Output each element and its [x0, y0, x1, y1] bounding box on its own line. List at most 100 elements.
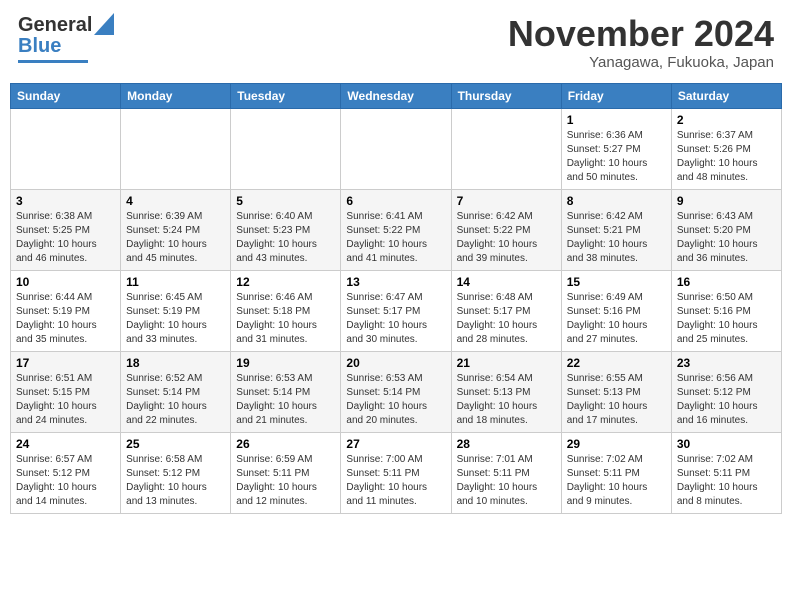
calendar-cell — [341, 108, 451, 189]
calendar-cell: 4 Sunrise: 6:39 AMSunset: 5:24 PMDayligh… — [121, 189, 231, 270]
day-number: 27 — [346, 437, 445, 451]
day-info: Sunrise: 6:36 AMSunset: 5:27 PMDaylight:… — [567, 129, 666, 185]
calendar-cell: 8 Sunrise: 6:42 AMSunset: 5:21 PMDayligh… — [561, 189, 671, 270]
day-number: 14 — [457, 275, 556, 289]
week-row-2: 3 Sunrise: 6:38 AMSunset: 5:25 PMDayligh… — [11, 189, 782, 270]
day-number: 30 — [677, 437, 776, 451]
weekday-header-thursday: Thursday — [451, 83, 561, 108]
day-number: 1 — [567, 113, 666, 127]
calendar-cell: 15 Sunrise: 6:49 AMSunset: 5:16 PMDaylig… — [561, 270, 671, 351]
day-info: Sunrise: 6:48 AMSunset: 5:17 PMDaylight:… — [457, 291, 556, 347]
day-number: 10 — [16, 275, 115, 289]
day-number: 15 — [567, 275, 666, 289]
day-number: 11 — [126, 275, 225, 289]
calendar-cell — [231, 108, 341, 189]
day-info: Sunrise: 7:02 AMSunset: 5:11 PMDaylight:… — [567, 453, 666, 509]
day-info: Sunrise: 6:56 AMSunset: 5:12 PMDaylight:… — [677, 372, 776, 428]
day-info: Sunrise: 6:49 AMSunset: 5:16 PMDaylight:… — [567, 291, 666, 347]
logo-text-blue: Blue — [18, 35, 61, 58]
day-number: 23 — [677, 356, 776, 370]
calendar-cell: 11 Sunrise: 6:45 AMSunset: 5:19 PMDaylig… — [121, 270, 231, 351]
day-number: 8 — [567, 194, 666, 208]
logo-text-general: General — [18, 14, 92, 37]
day-number: 12 — [236, 275, 335, 289]
day-info: Sunrise: 7:00 AMSunset: 5:11 PMDaylight:… — [346, 453, 445, 509]
day-info: Sunrise: 6:40 AMSunset: 5:23 PMDaylight:… — [236, 210, 335, 266]
logo-underline — [18, 60, 88, 63]
weekday-header-saturday: Saturday — [671, 83, 781, 108]
calendar-cell: 27 Sunrise: 7:00 AMSunset: 5:11 PMDaylig… — [341, 432, 451, 513]
day-info: Sunrise: 6:42 AMSunset: 5:22 PMDaylight:… — [457, 210, 556, 266]
day-number: 18 — [126, 356, 225, 370]
page-header: General Blue November 2024 Yanagawa, Fuk… — [10, 10, 782, 75]
day-info: Sunrise: 6:53 AMSunset: 5:14 PMDaylight:… — [236, 372, 335, 428]
calendar-cell: 26 Sunrise: 6:59 AMSunset: 5:11 PMDaylig… — [231, 432, 341, 513]
day-number: 16 — [677, 275, 776, 289]
calendar-cell: 29 Sunrise: 7:02 AMSunset: 5:11 PMDaylig… — [561, 432, 671, 513]
day-info: Sunrise: 6:55 AMSunset: 5:13 PMDaylight:… — [567, 372, 666, 428]
day-info: Sunrise: 6:52 AMSunset: 5:14 PMDaylight:… — [126, 372, 225, 428]
calendar-cell: 19 Sunrise: 6:53 AMSunset: 5:14 PMDaylig… — [231, 351, 341, 432]
calendar-cell: 17 Sunrise: 6:51 AMSunset: 5:15 PMDaylig… — [11, 351, 121, 432]
day-info: Sunrise: 6:57 AMSunset: 5:12 PMDaylight:… — [16, 453, 115, 509]
weekday-header-wednesday: Wednesday — [341, 83, 451, 108]
day-number: 9 — [677, 194, 776, 208]
day-number: 6 — [346, 194, 445, 208]
calendar-cell: 14 Sunrise: 6:48 AMSunset: 5:17 PMDaylig… — [451, 270, 561, 351]
day-number: 21 — [457, 356, 556, 370]
week-row-4: 17 Sunrise: 6:51 AMSunset: 5:15 PMDaylig… — [11, 351, 782, 432]
calendar-cell: 9 Sunrise: 6:43 AMSunset: 5:20 PMDayligh… — [671, 189, 781, 270]
location: Yanagawa, Fukuoka, Japan — [508, 54, 774, 71]
day-number: 19 — [236, 356, 335, 370]
day-info: Sunrise: 6:39 AMSunset: 5:24 PMDaylight:… — [126, 210, 225, 266]
calendar-cell: 18 Sunrise: 6:52 AMSunset: 5:14 PMDaylig… — [121, 351, 231, 432]
weekday-header-monday: Monday — [121, 83, 231, 108]
day-info: Sunrise: 6:47 AMSunset: 5:17 PMDaylight:… — [346, 291, 445, 347]
day-info: Sunrise: 6:45 AMSunset: 5:19 PMDaylight:… — [126, 291, 225, 347]
calendar-cell: 16 Sunrise: 6:50 AMSunset: 5:16 PMDaylig… — [671, 270, 781, 351]
calendar-cell: 6 Sunrise: 6:41 AMSunset: 5:22 PMDayligh… — [341, 189, 451, 270]
day-number: 22 — [567, 356, 666, 370]
logo-triangle-icon — [94, 13, 114, 35]
weekday-header-sunday: Sunday — [11, 83, 121, 108]
day-number: 2 — [677, 113, 776, 127]
calendar-cell: 24 Sunrise: 6:57 AMSunset: 5:12 PMDaylig… — [11, 432, 121, 513]
day-number: 28 — [457, 437, 556, 451]
day-number: 17 — [16, 356, 115, 370]
calendar-cell: 20 Sunrise: 6:53 AMSunset: 5:14 PMDaylig… — [341, 351, 451, 432]
day-number: 4 — [126, 194, 225, 208]
month-title: November 2024 — [508, 14, 774, 54]
day-number: 29 — [567, 437, 666, 451]
calendar-cell: 30 Sunrise: 7:02 AMSunset: 5:11 PMDaylig… — [671, 432, 781, 513]
calendar-cell — [121, 108, 231, 189]
calendar-cell — [11, 108, 121, 189]
day-info: Sunrise: 6:46 AMSunset: 5:18 PMDaylight:… — [236, 291, 335, 347]
day-info: Sunrise: 6:37 AMSunset: 5:26 PMDaylight:… — [677, 129, 776, 185]
week-row-1: 1 Sunrise: 6:36 AMSunset: 5:27 PMDayligh… — [11, 108, 782, 189]
calendar-cell: 13 Sunrise: 6:47 AMSunset: 5:17 PMDaylig… — [341, 270, 451, 351]
calendar-cell: 25 Sunrise: 6:58 AMSunset: 5:12 PMDaylig… — [121, 432, 231, 513]
weekday-header-tuesday: Tuesday — [231, 83, 341, 108]
week-row-5: 24 Sunrise: 6:57 AMSunset: 5:12 PMDaylig… — [11, 432, 782, 513]
logo: General Blue — [18, 14, 114, 63]
day-number: 24 — [16, 437, 115, 451]
calendar-cell: 10 Sunrise: 6:44 AMSunset: 5:19 PMDaylig… — [11, 270, 121, 351]
day-number: 7 — [457, 194, 556, 208]
day-info: Sunrise: 6:44 AMSunset: 5:19 PMDaylight:… — [16, 291, 115, 347]
day-info: Sunrise: 7:01 AMSunset: 5:11 PMDaylight:… — [457, 453, 556, 509]
day-number: 26 — [236, 437, 335, 451]
title-block: November 2024 Yanagawa, Fukuoka, Japan — [508, 14, 774, 71]
calendar-cell: 12 Sunrise: 6:46 AMSunset: 5:18 PMDaylig… — [231, 270, 341, 351]
day-info: Sunrise: 6:58 AMSunset: 5:12 PMDaylight:… — [126, 453, 225, 509]
day-number: 5 — [236, 194, 335, 208]
day-info: Sunrise: 6:38 AMSunset: 5:25 PMDaylight:… — [16, 210, 115, 266]
day-info: Sunrise: 6:50 AMSunset: 5:16 PMDaylight:… — [677, 291, 776, 347]
day-number: 13 — [346, 275, 445, 289]
calendar-cell: 1 Sunrise: 6:36 AMSunset: 5:27 PMDayligh… — [561, 108, 671, 189]
calendar-cell: 28 Sunrise: 7:01 AMSunset: 5:11 PMDaylig… — [451, 432, 561, 513]
day-info: Sunrise: 6:54 AMSunset: 5:13 PMDaylight:… — [457, 372, 556, 428]
calendar-table: SundayMondayTuesdayWednesdayThursdayFrid… — [10, 83, 782, 514]
weekday-header-row: SundayMondayTuesdayWednesdayThursdayFrid… — [11, 83, 782, 108]
weekday-header-friday: Friday — [561, 83, 671, 108]
day-info: Sunrise: 6:42 AMSunset: 5:21 PMDaylight:… — [567, 210, 666, 266]
